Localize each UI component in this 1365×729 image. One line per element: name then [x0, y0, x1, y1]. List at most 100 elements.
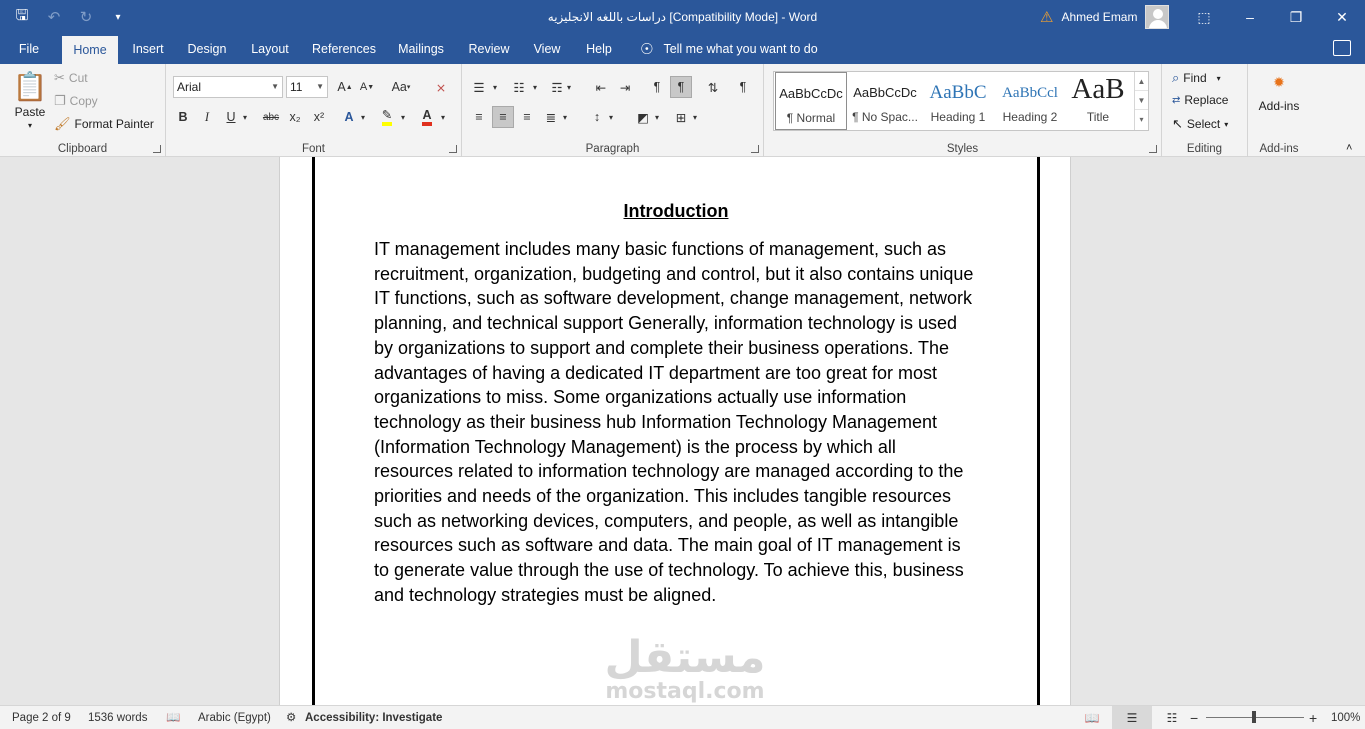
save-icon[interactable]: 🖫 [8, 3, 36, 31]
tab-layout[interactable]: Layout [244, 34, 296, 64]
document-heading[interactable]: Introduction [374, 201, 978, 222]
paste-button[interactable]: 📋 Paste ▾ [10, 70, 50, 130]
copy-button[interactable]: ❐ Copy [54, 93, 98, 109]
strikethrough-button[interactable]: abc [258, 106, 284, 128]
page-count[interactable]: Page 2 of 9 [12, 706, 71, 729]
chevron-down-icon[interactable]: ▾ [528, 76, 542, 98]
document-page[interactable]: Introduction IT management includes many… [279, 157, 1071, 705]
avatar[interactable] [1145, 5, 1170, 29]
tab-review[interactable]: Review [462, 34, 516, 64]
addins-button[interactable]: ✹ Add-ins [1256, 74, 1302, 113]
chevron-down-icon[interactable]: ▾ [562, 76, 576, 98]
zoom-out-button[interactable]: − [1190, 706, 1198, 729]
subscript-button[interactable]: x₂ [284, 106, 306, 128]
font-name-combo[interactable]: Arial ▼ [173, 76, 283, 98]
print-layout-icon[interactable]: ☰ [1112, 706, 1152, 729]
undo-icon[interactable]: ↶ [40, 3, 68, 31]
tab-mailings[interactable]: Mailings [392, 34, 450, 64]
chevron-down-icon[interactable]: ▾ [558, 106, 572, 128]
tab-references[interactable]: References [308, 34, 380, 64]
shrink-font-button[interactable]: A ▼ [356, 76, 378, 98]
align-right-icon[interactable]: ≡ [516, 106, 538, 128]
highlight-button[interactable]: ✎ [376, 106, 398, 128]
chevron-up-icon[interactable]: ▲ [1135, 72, 1148, 91]
find-button[interactable]: ⌕ Find ▾ [1172, 70, 1221, 86]
document-body[interactable]: IT management includes many basic functi… [374, 237, 978, 608]
more-styles-icon[interactable]: ▾ [1135, 110, 1148, 129]
accessibility-icon[interactable]: ⚙ [286, 706, 296, 729]
clipboard-launcher-icon[interactable] [153, 145, 161, 153]
tell-me-search[interactable]: ☉ Tell me what you want to do [640, 34, 818, 64]
clear-formatting-icon[interactable]: ⨯ [430, 76, 452, 98]
tab-view[interactable]: View [526, 34, 568, 64]
increase-indent-icon[interactable]: ⇥ [614, 76, 636, 98]
tab-insert[interactable]: Insert [126, 34, 170, 64]
replace-button[interactable]: ⇄ Replace [1172, 93, 1228, 107]
styles-launcher-icon[interactable] [1149, 145, 1157, 153]
collapse-ribbon-icon[interactable]: ˄ [1346, 142, 1352, 154]
tab-file[interactable]: File [8, 34, 50, 64]
bullets-icon[interactable]: ☰ [468, 76, 490, 98]
align-left-icon[interactable]: ≡ [468, 106, 490, 128]
word-count[interactable]: 1536 words [88, 706, 147, 729]
redo-icon[interactable]: ↻ [72, 3, 100, 31]
bold-button[interactable]: B [172, 106, 194, 128]
style-name: Heading 1 [930, 110, 986, 124]
addins-icon: ✹ [1273, 74, 1285, 90]
chevron-down-icon[interactable]: ▾ [238, 106, 252, 128]
warning-icon[interactable]: ⚠ [1040, 8, 1053, 26]
language[interactable]: Arabic (Egypt) [198, 706, 271, 729]
format-painter-button[interactable]: 🖌 Format Painter [54, 116, 154, 132]
ribbon-display-options-icon[interactable]: ⬚ [1181, 0, 1227, 34]
grow-font-button[interactable]: A ▲ [334, 76, 356, 98]
tab-home[interactable]: Home [62, 36, 118, 64]
proofing-icon[interactable]: 📖 [166, 706, 180, 729]
italic-button[interactable]: I [196, 106, 218, 128]
chevron-down-icon[interactable]: ▾ [650, 106, 664, 128]
font-size-combo[interactable]: 11 ▼ [286, 76, 328, 98]
accessibility-status[interactable]: Accessibility: Investigate [305, 706, 442, 729]
tab-design[interactable]: Design [182, 34, 232, 64]
chevron-down-icon[interactable]: ▾ [488, 76, 502, 98]
style-title[interactable]: AaB Title [1062, 72, 1134, 130]
style-no-spacing[interactable]: AaBbCcDc ¶ No Spac... [849, 72, 921, 130]
document-area[interactable]: Introduction IT management includes many… [0, 157, 1365, 705]
cut-button[interactable]: ✂ Cut [54, 70, 88, 86]
superscript-button[interactable]: x² [308, 106, 330, 128]
zoom-slider-thumb[interactable] [1252, 711, 1256, 723]
ltr-direction-icon[interactable]: ¶ [670, 76, 692, 98]
user-name[interactable]: Ahmed Emam [1061, 10, 1137, 24]
numbering-icon[interactable]: ☷ [508, 76, 530, 98]
chevron-down-icon[interactable]: ▾ [356, 106, 370, 128]
show-hide-marks-icon[interactable]: ¶ [732, 76, 754, 98]
chevron-down-icon[interactable]: ▾ [604, 106, 618, 128]
style-heading-1[interactable]: AaBbC Heading 1 [922, 72, 994, 130]
comments-icon[interactable] [1333, 40, 1351, 56]
align-center-icon[interactable]: ≡ [492, 106, 514, 128]
font-color-button[interactable]: A [416, 106, 438, 128]
chevron-down-icon[interactable]: ▾ [688, 106, 702, 128]
web-layout-icon[interactable]: ☷ [1152, 706, 1192, 729]
style-heading-2[interactable]: AaBbCcl Heading 2 [994, 72, 1066, 130]
rtl-direction-icon[interactable]: ¶ [646, 76, 668, 98]
sort-icon[interactable]: ⇅ [702, 76, 724, 98]
style-normal[interactable]: AaBbCcDc ¶ Normal [775, 72, 847, 130]
chevron-down-icon[interactable]: ▾ [396, 106, 410, 128]
font-launcher-icon[interactable] [449, 145, 457, 153]
zoom-level[interactable]: 100% [1331, 706, 1360, 729]
restore-icon[interactable]: ❐ [1273, 0, 1319, 34]
read-mode-icon[interactable]: 📖 [1072, 706, 1112, 729]
account-area[interactable]: ⚠ Ahmed Emam [1040, 0, 1170, 34]
customize-qat-icon[interactable]: ▾ [104, 3, 132, 31]
zoom-in-button[interactable]: + [1309, 706, 1317, 729]
decrease-indent-icon[interactable]: ⇤ [590, 76, 612, 98]
minimize-icon[interactable]: – [1227, 0, 1273, 34]
chevron-down-icon[interactable]: ▼ [1135, 91, 1148, 110]
tab-help[interactable]: Help [578, 34, 620, 64]
change-case-button[interactable]: Aa ▾ [386, 76, 416, 98]
paragraph-launcher-icon[interactable] [751, 145, 759, 153]
chevron-down-icon[interactable]: ▾ [436, 106, 450, 128]
styles-gallery-scroll[interactable]: ▲ ▼ ▾ [1134, 72, 1148, 130]
close-icon[interactable]: ✕ [1319, 0, 1365, 34]
select-button[interactable]: ↖ Select ▾ [1172, 116, 1228, 132]
